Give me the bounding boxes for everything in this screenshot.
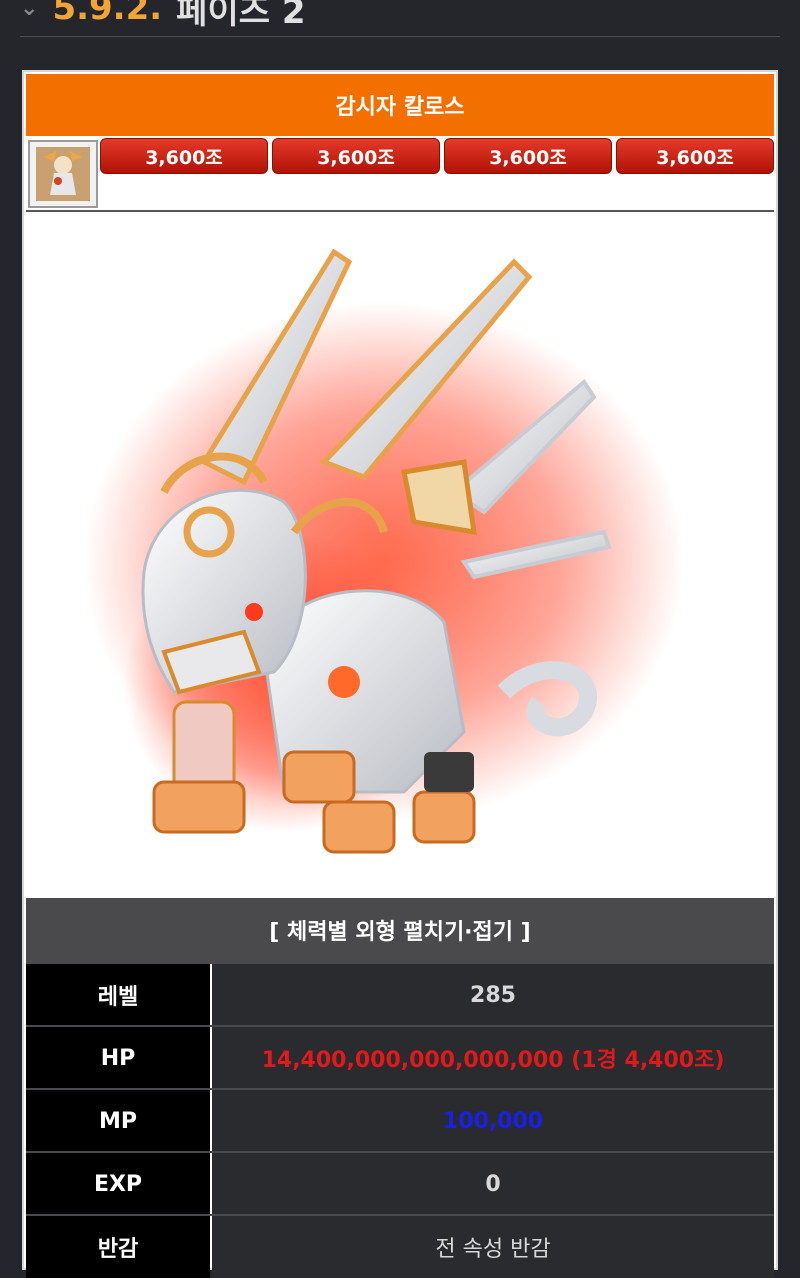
hp-phase-button-2[interactable]: 3,600조 <box>272 138 440 174</box>
stat-label: MP <box>26 1090 210 1152</box>
monster-card: 감시자 칼로스 3,600조 3,600조 3,600조 3,600조 [체력… <box>22 70 778 1278</box>
stat-value: 0 <box>212 1153 774 1215</box>
stat-row-resistance: 반감 전 속성 반감 <box>26 1214 774 1278</box>
stat-label: EXP <box>26 1153 210 1215</box>
stat-value: 100,000 <box>212 1090 774 1152</box>
kalos-thumbnail-icon[interactable] <box>28 140 98 208</box>
hp-row-divider <box>26 210 774 212</box>
stat-row-level: 레벨 285 <box>26 962 774 1026</box>
stat-row-mp: MP 100,000 <box>26 1088 774 1152</box>
stat-value: 전 속성 반감 <box>212 1216 774 1278</box>
stat-value: 14,400,000,000,000,000 (1경 4,400조) <box>212 1027 774 1089</box>
section-number[interactable]: 5.9.2. <box>52 0 162 28</box>
section-title: 페이즈 2 <box>176 0 306 32</box>
stat-value: 285 <box>212 964 774 1026</box>
stat-label: 반감 <box>26 1216 210 1278</box>
collapse-chevron-icon[interactable]: ⌄ <box>20 0 38 21</box>
kalos-mechanical-lion-artwork <box>84 248 684 854</box>
stat-label: HP <box>26 1027 210 1089</box>
hp-phase-button-3[interactable]: 3,600조 <box>444 138 612 174</box>
stat-row-hp: HP 14,400,000,000,000,000 (1경 4,400조) <box>26 1025 774 1089</box>
monster-name: 감시자 칼로스 <box>26 74 774 136</box>
hp-phase-row: 3,600조 3,600조 3,600조 3,600조 <box>26 138 774 212</box>
hp-phase-button-4[interactable]: 3,600조 <box>616 138 774 174</box>
heading-divider <box>20 36 780 37</box>
section-heading[interactable]: ⌄ 5.9.2. 페이즈 2 <box>20 0 780 38</box>
stat-row-exp: EXP 0 <box>26 1151 774 1215</box>
hp-phase-button-1[interactable]: 3,600조 <box>100 138 268 174</box>
stat-label: 레벨 <box>26 964 210 1026</box>
stats-toggle-header[interactable]: [ 체력별 외형 펼치기·접기 ] <box>26 898 774 962</box>
